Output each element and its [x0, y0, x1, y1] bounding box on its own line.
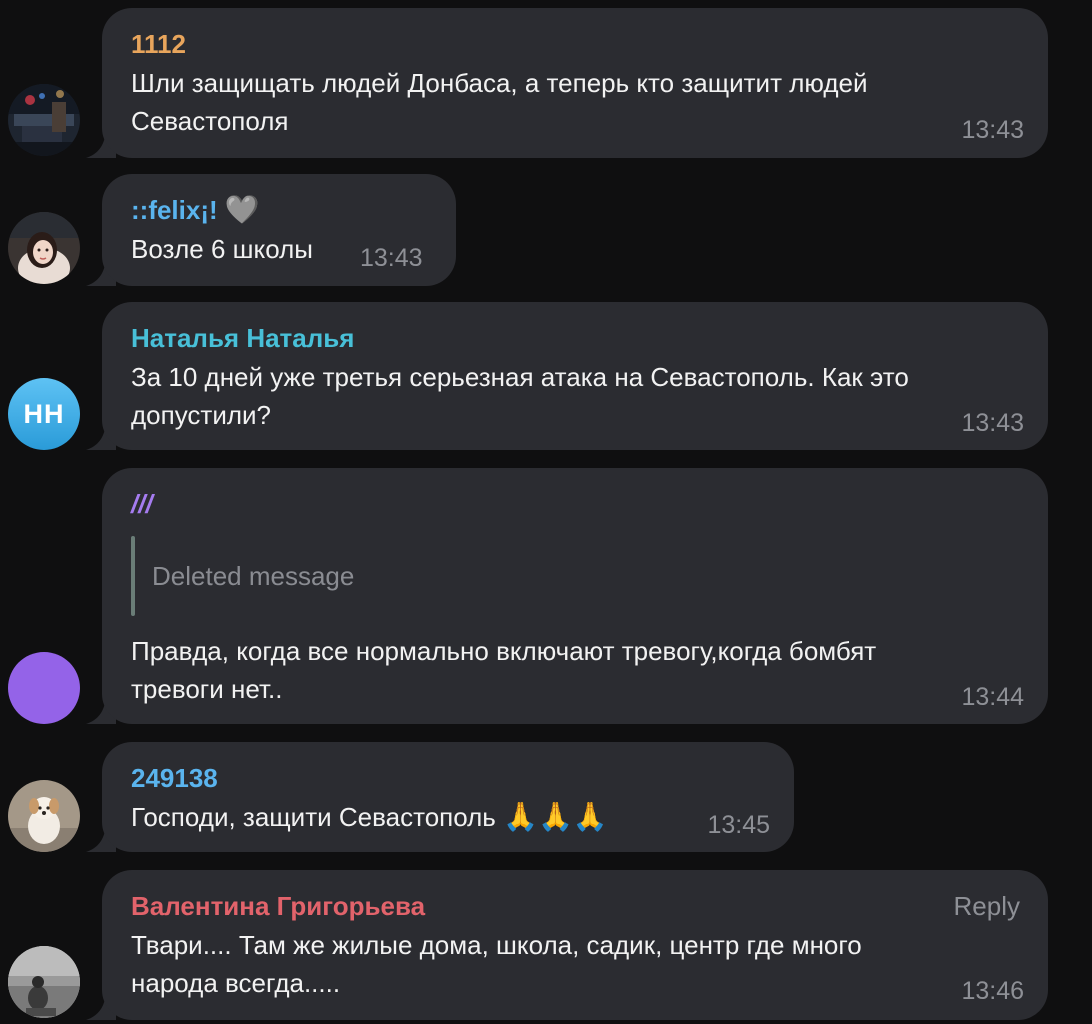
author-name[interactable]: Валентина Григорьева [131, 890, 425, 922]
message-bubble[interactable]: Валентина Григорьева Reply Твари.... Там… [102, 870, 1048, 1020]
chat-history[interactable]: 1112 Шли защищать людей Донбаса, а тепер… [0, 0, 1092, 1024]
message[interactable]: ::felix¡! 🩶 Возле 6 школы 13:43 [0, 174, 1092, 286]
avatar-photo-dog [8, 780, 80, 852]
author-name[interactable]: Наталья Наталья [131, 322, 354, 354]
message-line: За 10 дней уже третья серьезная атака на… [131, 362, 909, 392]
avatar[interactable] [8, 946, 80, 1018]
message-line: допустили? [131, 400, 272, 430]
message-text: Правда, когда все нормально включают тре… [131, 632, 876, 708]
message-text: Возле 6 школы [131, 234, 313, 264]
message-bubble[interactable]: 1112 Шли защищать людей Донбаса, а тепер… [102, 8, 1048, 158]
message-time: 13:45 [707, 811, 770, 839]
author-name[interactable]: ::felix¡! 🩶 [131, 194, 260, 226]
message-time: 13:43 [360, 244, 423, 272]
avatar[interactable] [8, 652, 80, 724]
author-name[interactable]: 249138 [131, 762, 218, 794]
praying-hands-icon: 🙏🙏🙏 [503, 801, 608, 832]
author-name-text: ::felix¡! [131, 195, 218, 225]
message-line: Севастополя [131, 106, 289, 136]
avatar[interactable] [8, 84, 80, 156]
reply-quote-bar [131, 536, 135, 616]
message-bubble[interactable]: 249138 Господи, защити Севастополь 🙏🙏🙏 1… [102, 742, 794, 852]
author-name[interactable]: 1112 [131, 28, 186, 60]
message[interactable]: /// Deleted message Правда, когда все но… [0, 468, 1092, 724]
message-time: 13:43 [961, 409, 1024, 437]
heart-icon: 🩶 [224, 194, 260, 225]
message-text: За 10 дней уже третья серьезная атака на… [131, 358, 909, 434]
avatar-photo-night-city [8, 84, 80, 156]
message-text: Шли защищать людей Донбаса, а теперь кто… [131, 64, 867, 140]
message-line: народа всегда..... [131, 968, 341, 998]
message[interactable]: Валентина Григорьева Reply Твари.... Там… [0, 870, 1092, 1020]
author-name[interactable]: /// [131, 488, 153, 520]
reply-button[interactable]: Reply [954, 890, 1020, 922]
message-line: Шли защищать людей Донбаса, а теперь кто… [131, 68, 868, 98]
message-line: Правда, когда все нормально включают тре… [131, 636, 877, 666]
message-bubble[interactable]: Наталья Наталья За 10 дней уже третья се… [102, 302, 1048, 450]
message-text: Твари.... Там же жилые дома, школа, сади… [131, 926, 862, 1002]
message-bubble[interactable]: /// Deleted message Правда, когда все но… [102, 468, 1048, 724]
message-time: 13:44 [961, 683, 1024, 711]
message[interactable]: 249138 Господи, защити Севастополь 🙏🙏🙏 1… [0, 742, 1092, 852]
message-bubble[interactable]: ::felix¡! 🩶 Возле 6 школы 13:43 [102, 174, 456, 286]
message-line: Господи, защити Севастополь [131, 802, 496, 832]
avatar-photo-portrait [8, 212, 80, 284]
avatar[interactable] [8, 780, 80, 852]
avatar[interactable]: НН [8, 378, 80, 450]
message-time: 13:43 [961, 116, 1024, 144]
message[interactable]: 1112 Шли защищать людей Донбаса, а тепер… [0, 8, 1092, 158]
message[interactable]: НН Наталья Наталья За 10 дней уже третья… [0, 302, 1092, 450]
message-line: Твари.... Там же жилые дома, школа, сади… [131, 930, 862, 960]
message-line: тревоги нет.. [131, 674, 283, 704]
reply-quote-text[interactable]: Deleted message [152, 560, 354, 592]
message-time: 13:46 [961, 977, 1024, 1005]
avatar[interactable] [8, 212, 80, 284]
avatar-photo-person-seaside [8, 946, 80, 1018]
message-text: Господи, защити Севастополь 🙏🙏🙏 [131, 798, 608, 836]
